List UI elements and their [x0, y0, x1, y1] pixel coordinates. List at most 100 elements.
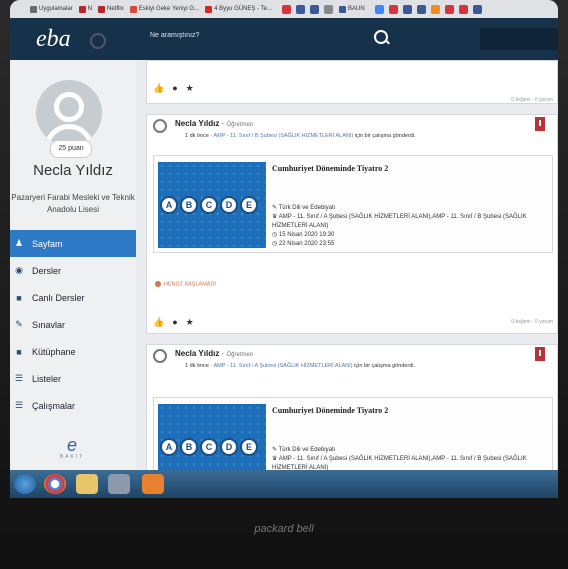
top-navbar: eba Ne aramıştınız? — [10, 18, 558, 60]
start-button-icon[interactable] — [14, 474, 36, 494]
post-author[interactable]: Necla Yıldız · Öğretmen — [175, 119, 253, 128]
laptop-frame: Uygulamalar N Netflix Eskiyi Geke Yeniyi… — [0, 0, 568, 569]
sidebar-menu: ♟ Sayfam ◉ Dersler ■ Canlı Dersler ✎ Sınavla… — [10, 230, 136, 419]
ok-icon[interactable] — [430, 4, 440, 14]
report-flag-icon[interactable] — [535, 347, 545, 361]
youtube-icon — [205, 5, 213, 13]
sidebar-item-kutuphane[interactable]: ■ Kütüphane — [10, 338, 136, 365]
post-actions: 👍 ● ★ — [147, 311, 200, 334]
book-icon: ■ — [16, 346, 22, 357]
sidebar-item-calismalar[interactable]: ☰ Çalışmalar — [10, 392, 136, 419]
bookmark-item[interactable]: N — [78, 5, 92, 13]
post-header: Necla Yıldız · Öğretmen 1 dk önce · AMP … — [147, 345, 557, 381]
post-card: Necla Yıldız · Öğretmen 1 dk önce · AMP … — [146, 344, 558, 470]
abcde-icon: ABCDE — [160, 438, 258, 456]
bookmark-icon — [129, 5, 137, 13]
bookmark-red-icon[interactable] — [388, 4, 398, 14]
likes-count[interactable]: 0 beğeni · 0 yorum — [511, 319, 553, 325]
user-name: Necla Yıldız — [33, 162, 113, 179]
facebook-icon[interactable] — [472, 4, 482, 14]
user-menu[interactable] — [480, 28, 558, 50]
bookmark-icons — [282, 4, 333, 14]
bookmark-item[interactable]: 4 Byyu GÜNEŞ - Te... — [205, 5, 272, 13]
assignment-thumbnail: ABCDE — [158, 404, 266, 470]
assignment-title[interactable]: Cumhuriyet Döneminde Tiyatro 2 — [272, 164, 388, 173]
school-name: Pazaryeri Farabi Mesleki ve Teknik Anado… — [11, 193, 135, 214]
google-icon[interactable] — [374, 4, 384, 14]
tasks-icon: ☰ — [14, 400, 24, 410]
list-icon: ☰ — [14, 373, 24, 383]
likes-count[interactable]: 0 beğeni · 0 yorum — [511, 97, 553, 103]
facebook-icon[interactable] — [310, 4, 319, 14]
assignment-details: ✎ Türk Dili ve Edebiyatı ♛ AMP - 11. Sın… — [272, 205, 527, 247]
bookmark-item[interactable]: BAUN — [339, 5, 365, 13]
circle-icon: ◉ — [15, 265, 23, 275]
status-dot-icon — [155, 281, 161, 287]
assignment-thumbnail: ABCDE — [158, 162, 266, 248]
sidebar: 25 puan Necla Yıldız Pazaryeri Farabi Me… — [10, 60, 136, 470]
assignment-title[interactable]: Cumhuriyet Döneminde Tiyatro 2 — [272, 406, 388, 415]
screen: Uygulamalar N Netflix Eskiyi Geke Yeniyi… — [10, 0, 558, 498]
eba-logo[interactable]: eba — [36, 26, 71, 53]
folder-icon[interactable] — [76, 474, 98, 494]
app-icon[interactable] — [108, 474, 130, 494]
laptop-brand: packard bell — [254, 523, 314, 535]
pattern — [158, 404, 266, 470]
search-icon[interactable] — [374, 30, 388, 44]
author-avatar-icon[interactable] — [153, 349, 167, 363]
bookmark-red-icon[interactable] — [282, 4, 291, 14]
pencil-icon: ✎ — [15, 319, 23, 329]
assignment-details: ✎ Türk Dili ve Edebiyatı ♛ AMP - 11. Sın… — [272, 447, 527, 470]
assignment-card[interactable]: ABCDE Cumhuriyet Döneminde Tiyatro 2 ✎ T… — [153, 155, 553, 253]
facebook-icon[interactable] — [416, 4, 426, 14]
post-actions: 👍 ● ★ — [147, 77, 557, 100]
bookmark-icons-2 — [374, 4, 482, 14]
user-head-icon — [54, 92, 84, 122]
n-icon — [78, 5, 86, 13]
bookmark-red-icon[interactable] — [458, 4, 468, 14]
sidebar-item-sayfam[interactable]: ♟ Sayfam — [10, 230, 136, 257]
star-icon[interactable]: ★ — [186, 317, 194, 328]
user-icon: ♟ — [14, 238, 24, 248]
comment-icon[interactable]: ● — [172, 317, 177, 328]
comment-icon[interactable]: ● — [172, 83, 177, 94]
netflix-icon — [98, 5, 106, 13]
post-meta: 1 dk önce · AMP - 11. Sınıf / A Şubesi (… — [185, 363, 416, 369]
video-icon: ■ — [16, 292, 22, 303]
apps-icon — [30, 5, 37, 13]
sidebar-item-dersler[interactable]: ◉ Dersler — [10, 257, 136, 284]
feed: 👍 ● ★ 0 beğeni · 0 yorum Necla Yıldız · … — [146, 60, 558, 470]
facebook-icon[interactable] — [296, 4, 305, 14]
author-avatar-icon[interactable] — [153, 119, 167, 133]
sidebar-item-listeler[interactable]: ☰ Listeler — [10, 365, 136, 392]
bookmark-item[interactable]: Uygulamalar — [30, 5, 73, 13]
facebook-icon[interactable] — [402, 4, 412, 14]
previous-post-footer: 👍 ● ★ 0 beğeni · 0 yorum — [146, 60, 558, 104]
bookmarks-bar: Uygulamalar N Netflix Eskiyi Geke Yeniyi… — [10, 0, 558, 18]
post-meta: 1 dk önce · AMP - 11. Sınıf / B Şubesi (… — [185, 133, 416, 139]
status-badge: HENÜZ BAŞLAMADI — [155, 281, 216, 287]
sidebar-item-canli-dersler[interactable]: ■ Canlı Dersler — [10, 284, 136, 311]
post-header: Necla Yıldız · Öğretmen 1 dk önce · AMP … — [147, 115, 557, 151]
points-badge: 25 puan — [50, 140, 92, 158]
search-input[interactable]: Ne aramıştınız? — [150, 32, 199, 39]
post-card: Necla Yıldız · Öğretmen 1 dk önce · AMP … — [146, 114, 558, 334]
bookmark-item[interactable]: Eskiyi Geke Yeniyi G... — [129, 5, 199, 13]
menu-icon[interactable] — [90, 33, 106, 49]
bookmark-red-icon[interactable] — [444, 4, 454, 14]
star-icon[interactable]: ★ — [186, 83, 194, 94]
bakit-logo: e — [66, 435, 77, 455]
report-flag-icon[interactable] — [535, 117, 545, 131]
taskbar — [10, 470, 558, 498]
sidebar-item-sinavlar[interactable]: ✎ Sınavlar — [10, 311, 136, 338]
assignment-card[interactable]: ABCDE Cumhuriyet Döneminde Tiyatro 2 ✎ T… — [153, 397, 553, 470]
chrome-icon[interactable] — [44, 474, 66, 494]
like-icon[interactable]: 👍 — [153, 317, 164, 328]
media-icon[interactable] — [142, 474, 164, 494]
bookmark-icon[interactable] — [324, 4, 333, 14]
bakit-text: BAKIT — [59, 454, 85, 460]
avatar[interactable] — [36, 80, 102, 146]
like-icon[interactable]: 👍 — [153, 83, 164, 94]
bookmark-item[interactable]: Netflix — [98, 5, 124, 13]
post-author[interactable]: Necla Yıldız · Öğretmen — [175, 349, 253, 358]
